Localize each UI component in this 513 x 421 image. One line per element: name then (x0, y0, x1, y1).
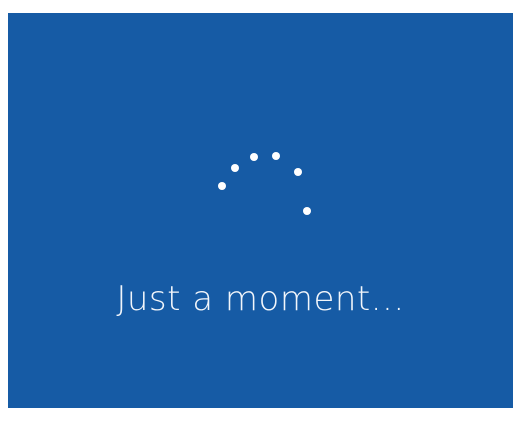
spinner-dot (272, 152, 280, 160)
spinner-dot (294, 168, 302, 176)
loading-spinner-icon (218, 152, 311, 215)
spinner-dot (303, 207, 311, 215)
spinner-dot (250, 153, 258, 161)
spinner-dot (218, 182, 226, 190)
spinner-dot (231, 164, 239, 172)
loading-screen: Just a moment... (8, 13, 513, 408)
loading-message: Just a moment... (116, 279, 405, 319)
